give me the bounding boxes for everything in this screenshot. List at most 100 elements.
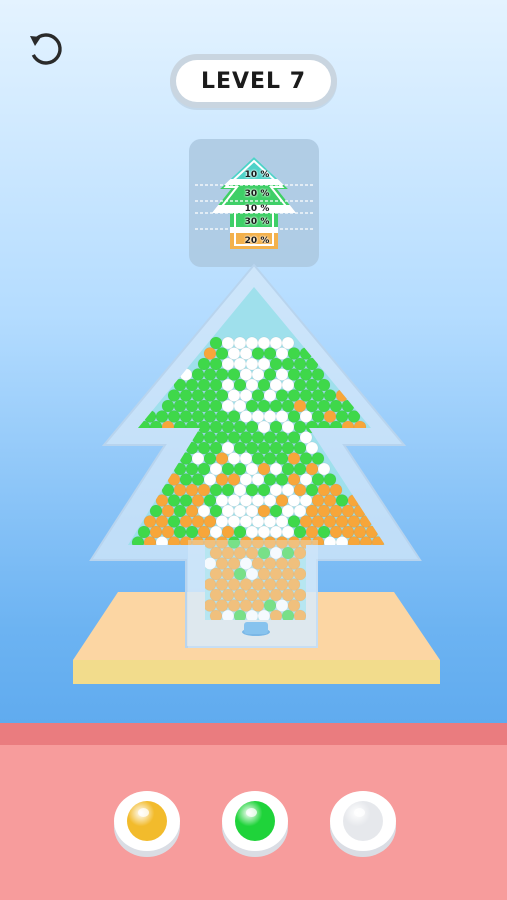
ball (227, 431, 241, 444)
ball (221, 462, 235, 476)
ball (245, 462, 259, 476)
ball (227, 347, 241, 360)
ball (203, 410, 217, 423)
ball (149, 504, 163, 518)
ball (311, 368, 325, 381)
ball (239, 368, 253, 381)
green-ball-button[interactable] (222, 791, 288, 857)
ball (353, 525, 367, 539)
ball (311, 473, 325, 486)
ball (293, 504, 307, 518)
ball (317, 525, 331, 539)
ball (317, 399, 331, 413)
ball (275, 452, 289, 465)
ball (269, 336, 283, 350)
ball (227, 494, 241, 507)
ball (269, 525, 283, 539)
ball (203, 515, 217, 528)
ball (257, 504, 271, 518)
ball (287, 347, 301, 360)
ball (269, 357, 283, 371)
yellow-ball-button[interactable] (114, 791, 180, 857)
ball (275, 410, 289, 423)
ball (227, 473, 241, 486)
ball (299, 494, 313, 507)
ball (269, 378, 283, 392)
ball (197, 357, 211, 371)
ball (269, 462, 283, 476)
ball (233, 336, 247, 350)
ball (149, 525, 163, 539)
ball (257, 441, 271, 455)
ball (275, 347, 289, 360)
ball (293, 357, 307, 371)
bottom-panel-edge (0, 723, 507, 745)
ball (161, 525, 175, 539)
ball (275, 494, 289, 507)
ball (227, 515, 241, 528)
ball (281, 420, 295, 434)
ball (299, 431, 313, 444)
ball (185, 378, 199, 392)
ball (173, 399, 187, 413)
ball (275, 473, 289, 486)
ball (203, 494, 217, 507)
ball (323, 494, 337, 507)
ball (335, 410, 349, 423)
ball (221, 378, 235, 392)
ball (203, 368, 217, 381)
ball (179, 410, 193, 423)
ball (305, 441, 319, 455)
ball (263, 410, 277, 423)
ball (197, 504, 211, 518)
white-ball-button[interactable] (330, 791, 396, 857)
ball (221, 483, 235, 497)
ball (233, 462, 247, 476)
ball (197, 378, 211, 392)
ball (335, 494, 349, 507)
ball (281, 399, 295, 413)
ball (281, 357, 295, 371)
ball (185, 525, 199, 539)
ball (143, 515, 157, 528)
ball (257, 399, 271, 413)
ball (245, 504, 259, 518)
ball (317, 378, 331, 392)
ball (209, 483, 223, 497)
ball (245, 357, 259, 371)
ball (215, 494, 229, 507)
ball (317, 462, 331, 476)
ball (251, 452, 265, 465)
ball (323, 515, 337, 528)
ball (299, 515, 313, 528)
ball (251, 368, 265, 381)
ball (209, 525, 223, 539)
ball (275, 368, 289, 381)
ball (221, 525, 235, 539)
ball (257, 336, 271, 350)
ball (197, 420, 211, 434)
ball (245, 336, 259, 350)
ball (281, 504, 295, 518)
ball (275, 431, 289, 444)
ball (281, 483, 295, 497)
ball (293, 420, 307, 434)
ball (251, 410, 265, 423)
ball (311, 494, 325, 507)
ball (269, 441, 283, 455)
ball (215, 410, 229, 423)
ball (323, 410, 337, 423)
ball (197, 483, 211, 497)
ball (263, 347, 277, 360)
ball (203, 389, 217, 402)
ball (245, 441, 259, 455)
ball (197, 441, 211, 455)
ball (269, 420, 283, 434)
ball (269, 483, 283, 497)
ball (311, 389, 325, 402)
ball (251, 494, 265, 507)
ball (287, 389, 301, 402)
ball (239, 347, 253, 360)
ball (251, 473, 265, 486)
ball (263, 431, 277, 444)
